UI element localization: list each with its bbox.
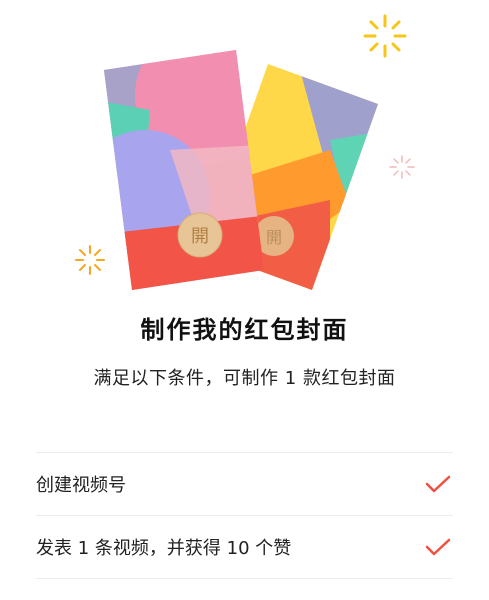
divider [36,578,453,579]
page-subtitle: 满足以下条件，可制作 1 款红包封面 [93,368,396,389]
envelope-seal-text: 開 [191,226,209,247]
condition-label: 创建视频号 [36,475,126,496]
sparkle-icon [389,155,415,179]
condition-label: 发表 1 条视频，并获得 10 个赞 [36,538,292,559]
check-icon [425,475,451,493]
sparkle-icon [75,245,105,275]
conditions-list: 创建视频号 发表 1 条视频，并获得 10 个赞 [36,452,453,579]
condition-item-create-channel[interactable]: 创建视频号 [36,453,453,515]
check-icon [425,538,451,556]
front-envelope [104,50,264,290]
condition-item-publish-video[interactable]: 发表 1 条视频，并获得 10 个赞 [36,516,453,578]
svg-text:開: 開 [266,228,282,247]
cover-create-page: 開 開 制作我的红包封面 满足以下条件，可制作 1 款红包封面 创建视频号 发表… [0,0,489,600]
red-envelope-illustration: 開 開 [75,14,415,290]
page-title: 制作我的红包封面 [140,316,349,344]
sparkle-icon [363,14,407,58]
